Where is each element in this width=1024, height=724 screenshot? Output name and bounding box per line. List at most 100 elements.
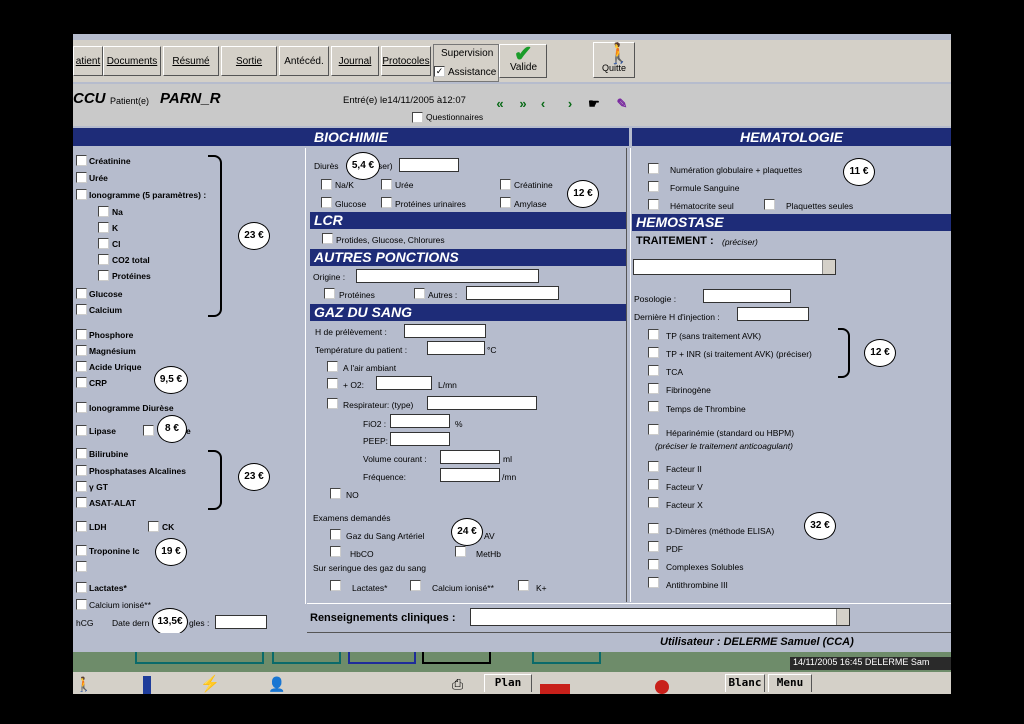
pdf-checkbox[interactable] (648, 541, 659, 552)
person-icon[interactable]: 🚶 (75, 676, 92, 693)
air-ambiant-checkbox[interactable] (327, 361, 338, 372)
patient-button[interactable]: atient (73, 46, 103, 76)
tab-blue[interactable] (348, 652, 416, 664)
ldh-checkbox[interactable] (76, 521, 87, 532)
phosphatases-checkbox[interactable] (76, 465, 87, 476)
crp-checkbox[interactable] (76, 377, 87, 388)
lactates-gaz-checkbox[interactable] (330, 580, 341, 591)
fio2-input[interactable] (390, 414, 450, 428)
unnamed-checkbox[interactable] (76, 561, 87, 572)
renseignements-input[interactable] (470, 608, 850, 626)
respirateur-input[interactable] (427, 396, 537, 410)
acide-urique-checkbox[interactable] (76, 361, 87, 372)
gaz-arteriel-checkbox[interactable] (330, 529, 341, 540)
autres-input[interactable] (466, 286, 559, 300)
thrombine-checkbox[interactable] (648, 401, 659, 412)
documents-button[interactable]: Documents (103, 46, 161, 76)
derniere-input[interactable] (737, 307, 809, 321)
fibrinogene-checkbox[interactable] (648, 383, 659, 394)
uree-urine-checkbox[interactable] (381, 179, 392, 190)
creatinine-checkbox[interactable] (76, 155, 87, 166)
antecedents-button[interactable]: Antécéd. (279, 46, 329, 76)
ionogramme-checkbox[interactable] (76, 189, 87, 200)
assistance-checkbox[interactable]: ✓ (434, 66, 445, 77)
protocoles-button[interactable]: Protocoles (381, 46, 431, 76)
ionogramme-diurese-checkbox[interactable] (76, 402, 87, 413)
na-checkbox[interactable] (98, 206, 109, 217)
phosphore-checkbox[interactable] (76, 329, 87, 340)
ck-checkbox[interactable] (148, 521, 159, 532)
nak-checkbox[interactable] (321, 179, 332, 190)
calcium-checkbox[interactable] (76, 304, 87, 315)
glucose-urine-checkbox[interactable] (321, 197, 332, 208)
traitement-select[interactable] (633, 259, 836, 275)
proteines-checkbox[interactable] (98, 270, 109, 281)
printer-icon[interactable]: ⎙ (452, 676, 463, 693)
peep-input[interactable] (390, 432, 450, 446)
date-regles-input[interactable] (215, 615, 267, 629)
hematocrite-checkbox[interactable] (648, 199, 659, 210)
calcium-ionise-gaz-checkbox[interactable] (410, 580, 421, 591)
scroll-icon[interactable] (836, 609, 849, 625)
proteines-ponction-checkbox[interactable] (324, 288, 335, 299)
k-checkbox[interactable] (98, 222, 109, 233)
cl-checkbox[interactable] (98, 238, 109, 249)
proteines-urinaires-checkbox[interactable] (381, 197, 392, 208)
blanc-button[interactable]: Blanc (725, 674, 765, 692)
quitter-button[interactable]: 🚶 Quitte (593, 42, 635, 78)
troponine-checkbox[interactable] (76, 545, 87, 556)
h-prelevement-input[interactable] (404, 324, 486, 338)
resume-button[interactable]: Résumé (163, 46, 219, 76)
tca-checkbox[interactable] (648, 365, 659, 376)
methb-checkbox[interactable] (455, 546, 466, 557)
tab-teal-1[interactable] (135, 652, 264, 664)
first-icon[interactable]: « (492, 96, 508, 112)
numeration-checkbox[interactable] (648, 163, 659, 174)
temperature-input[interactable] (427, 341, 485, 355)
journal-button[interactable]: Journal (331, 46, 379, 76)
red-icon[interactable] (540, 684, 570, 694)
respirateur-checkbox[interactable] (327, 398, 338, 409)
next-icon[interactable]: › (562, 96, 578, 112)
next-fast-icon[interactable]: » (515, 96, 531, 112)
complexes-checkbox[interactable] (648, 559, 659, 570)
user-icon[interactable]: 👤 (268, 676, 285, 693)
supervision-label[interactable]: Supervision (441, 48, 493, 59)
asat-checkbox[interactable] (76, 497, 87, 508)
calcium-ionise-checkbox[interactable] (76, 599, 87, 610)
tp-inr-checkbox[interactable] (648, 347, 659, 358)
diurese-input[interactable] (399, 158, 459, 172)
plan-button[interactable]: Plan (484, 674, 532, 692)
heparinemie-checkbox[interactable] (648, 424, 659, 435)
hbco-checkbox[interactable] (330, 546, 341, 557)
valide-button[interactable]: ✔ Valide (499, 41, 547, 78)
lcr-checkbox[interactable] (322, 233, 333, 244)
o2-input[interactable] (376, 376, 432, 390)
glucose-checkbox[interactable] (76, 288, 87, 299)
formule-checkbox[interactable] (648, 181, 659, 192)
creatinine-urine-checkbox[interactable] (500, 179, 511, 190)
o2-checkbox[interactable] (327, 378, 338, 389)
facteur2-checkbox[interactable] (648, 461, 659, 472)
dropdown-icon[interactable] (822, 260, 835, 274)
amylase-left-checkbox[interactable] (143, 425, 154, 436)
co2-checkbox[interactable] (98, 254, 109, 265)
autres-checkbox[interactable] (414, 288, 425, 299)
uree-checkbox[interactable] (76, 172, 87, 183)
tab-teal-3[interactable] (532, 652, 601, 664)
door-icon[interactable] (143, 676, 151, 694)
lactates-checkbox[interactable] (76, 582, 87, 593)
tab-black[interactable] (422, 652, 491, 664)
lipase-checkbox[interactable] (76, 425, 87, 436)
no-checkbox[interactable] (330, 488, 341, 499)
kplus-checkbox[interactable] (518, 580, 529, 591)
hand-icon[interactable]: ☛ (586, 96, 602, 112)
frequence-input[interactable] (440, 468, 500, 482)
amylase-checkbox[interactable] (500, 197, 511, 208)
plaquettes-checkbox[interactable] (764, 199, 775, 210)
ggt-checkbox[interactable] (76, 481, 87, 492)
prev-icon[interactable]: ‹ (535, 96, 551, 112)
sortie-button[interactable]: Sortie (221, 46, 277, 76)
origine-input[interactable] (356, 269, 539, 283)
pen-icon[interactable]: ✎ (614, 96, 630, 112)
